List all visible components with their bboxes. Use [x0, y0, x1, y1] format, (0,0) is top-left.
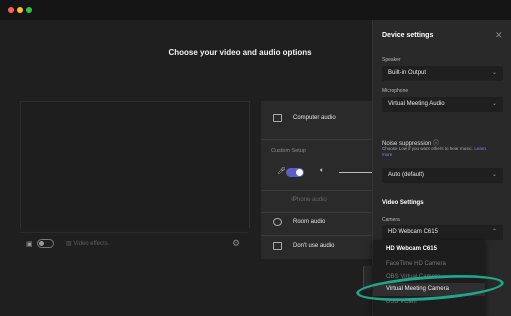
computer-audio-label: Computer audio: [293, 115, 336, 121]
camera-label: Camera: [382, 217, 400, 223]
chevron-down-icon: ⌄: [491, 101, 497, 107]
microphone-icon: 🎤︎: [277, 168, 286, 175]
gear-icon[interactable]: ⚙: [232, 238, 240, 249]
window-zoom-icon[interactable]: [26, 7, 32, 13]
video-effects-button[interactable]: ▧ Video effects: [66, 240, 108, 247]
camera-icon: ▣: [26, 241, 33, 248]
divider: [261, 139, 372, 140]
camera-select[interactable]: HD Webcam C615 ⌃: [382, 225, 503, 240]
video-effects-label: Video effects: [73, 241, 108, 247]
camera-option[interactable]: HD Webcam C615: [373, 243, 485, 256]
room-audio-label: Room audio: [293, 219, 326, 225]
close-icon[interactable]: ✕: [495, 30, 503, 41]
chevron-down-icon: ⌄: [491, 172, 497, 178]
video-settings-heading: Video Settings: [382, 200, 424, 206]
noise-suppression-select[interactable]: Auto (default) ⌄: [382, 168, 503, 183]
camera-option[interactable]: FaceTime HD Camera: [373, 258, 485, 271]
panel-title: Device settings: [382, 32, 434, 39]
camera-option-label: FaceTime HD Camera: [386, 261, 446, 267]
volume-slider[interactable]: [339, 172, 372, 173]
camera-toggle[interactable]: [37, 239, 54, 248]
microphone-toggle[interactable]: [286, 168, 304, 177]
audio-options-panel: Computer audio Custom Setup 🎤︎ 🔈︎ ✆ Phon…: [261, 101, 372, 259]
video-preview: [20, 101, 250, 228]
microphone-label: Microphone: [382, 88, 409, 94]
dont-use-audio-option[interactable]: Don't use audio: [261, 237, 372, 259]
noise-suppression-value: Auto (default): [388, 172, 425, 178]
computer-audio-option[interactable]: Computer audio: [261, 109, 372, 131]
monitor-icon: [273, 114, 282, 122]
room-icon: [273, 218, 282, 226]
speaker-icon: 🔈︎: [320, 167, 325, 174]
phone-audio-label: Phone audio: [293, 197, 327, 203]
window-titlebar: [0, 0, 511, 20]
effects-icon: ▧: [66, 241, 72, 247]
chevron-up-icon: ⌃: [491, 229, 497, 235]
noise-description: Choose Low if you want others to hear mu…: [382, 146, 497, 158]
microphone-select[interactable]: Virtual Meeting Audio ⌄: [382, 97, 503, 112]
room-audio-option[interactable]: Room audio: [261, 213, 372, 235]
phone-audio-option[interactable]: ✆ Phone audio: [261, 191, 372, 213]
speaker-value: Built-in Output: [388, 70, 427, 76]
video-controls-bar: ▣ ▧ Video effects ⚙: [20, 232, 248, 255]
custom-setup-label: Custom Setup: [271, 148, 306, 154]
noise-description-text: Choose Low if you want others to hear mu…: [382, 146, 474, 151]
page-title: Choose your video and audio options: [168, 48, 312, 57]
window-close-icon[interactable]: [8, 7, 14, 13]
camera-value: HD Webcam C615: [388, 229, 438, 235]
no-audio-icon: [273, 242, 282, 250]
speaker-select[interactable]: Built-in Output ⌄: [382, 66, 503, 81]
divider: [261, 235, 372, 236]
dont-use-audio-label: Don't use audio: [293, 243, 335, 249]
speaker-label: Speaker: [382, 57, 401, 63]
microphone-value: Virtual Meeting Audio: [388, 101, 445, 107]
window-minimize-icon[interactable]: [17, 7, 23, 13]
chevron-down-icon: ⌄: [491, 70, 497, 76]
camera-option-label: HD Webcam C615: [386, 246, 437, 252]
